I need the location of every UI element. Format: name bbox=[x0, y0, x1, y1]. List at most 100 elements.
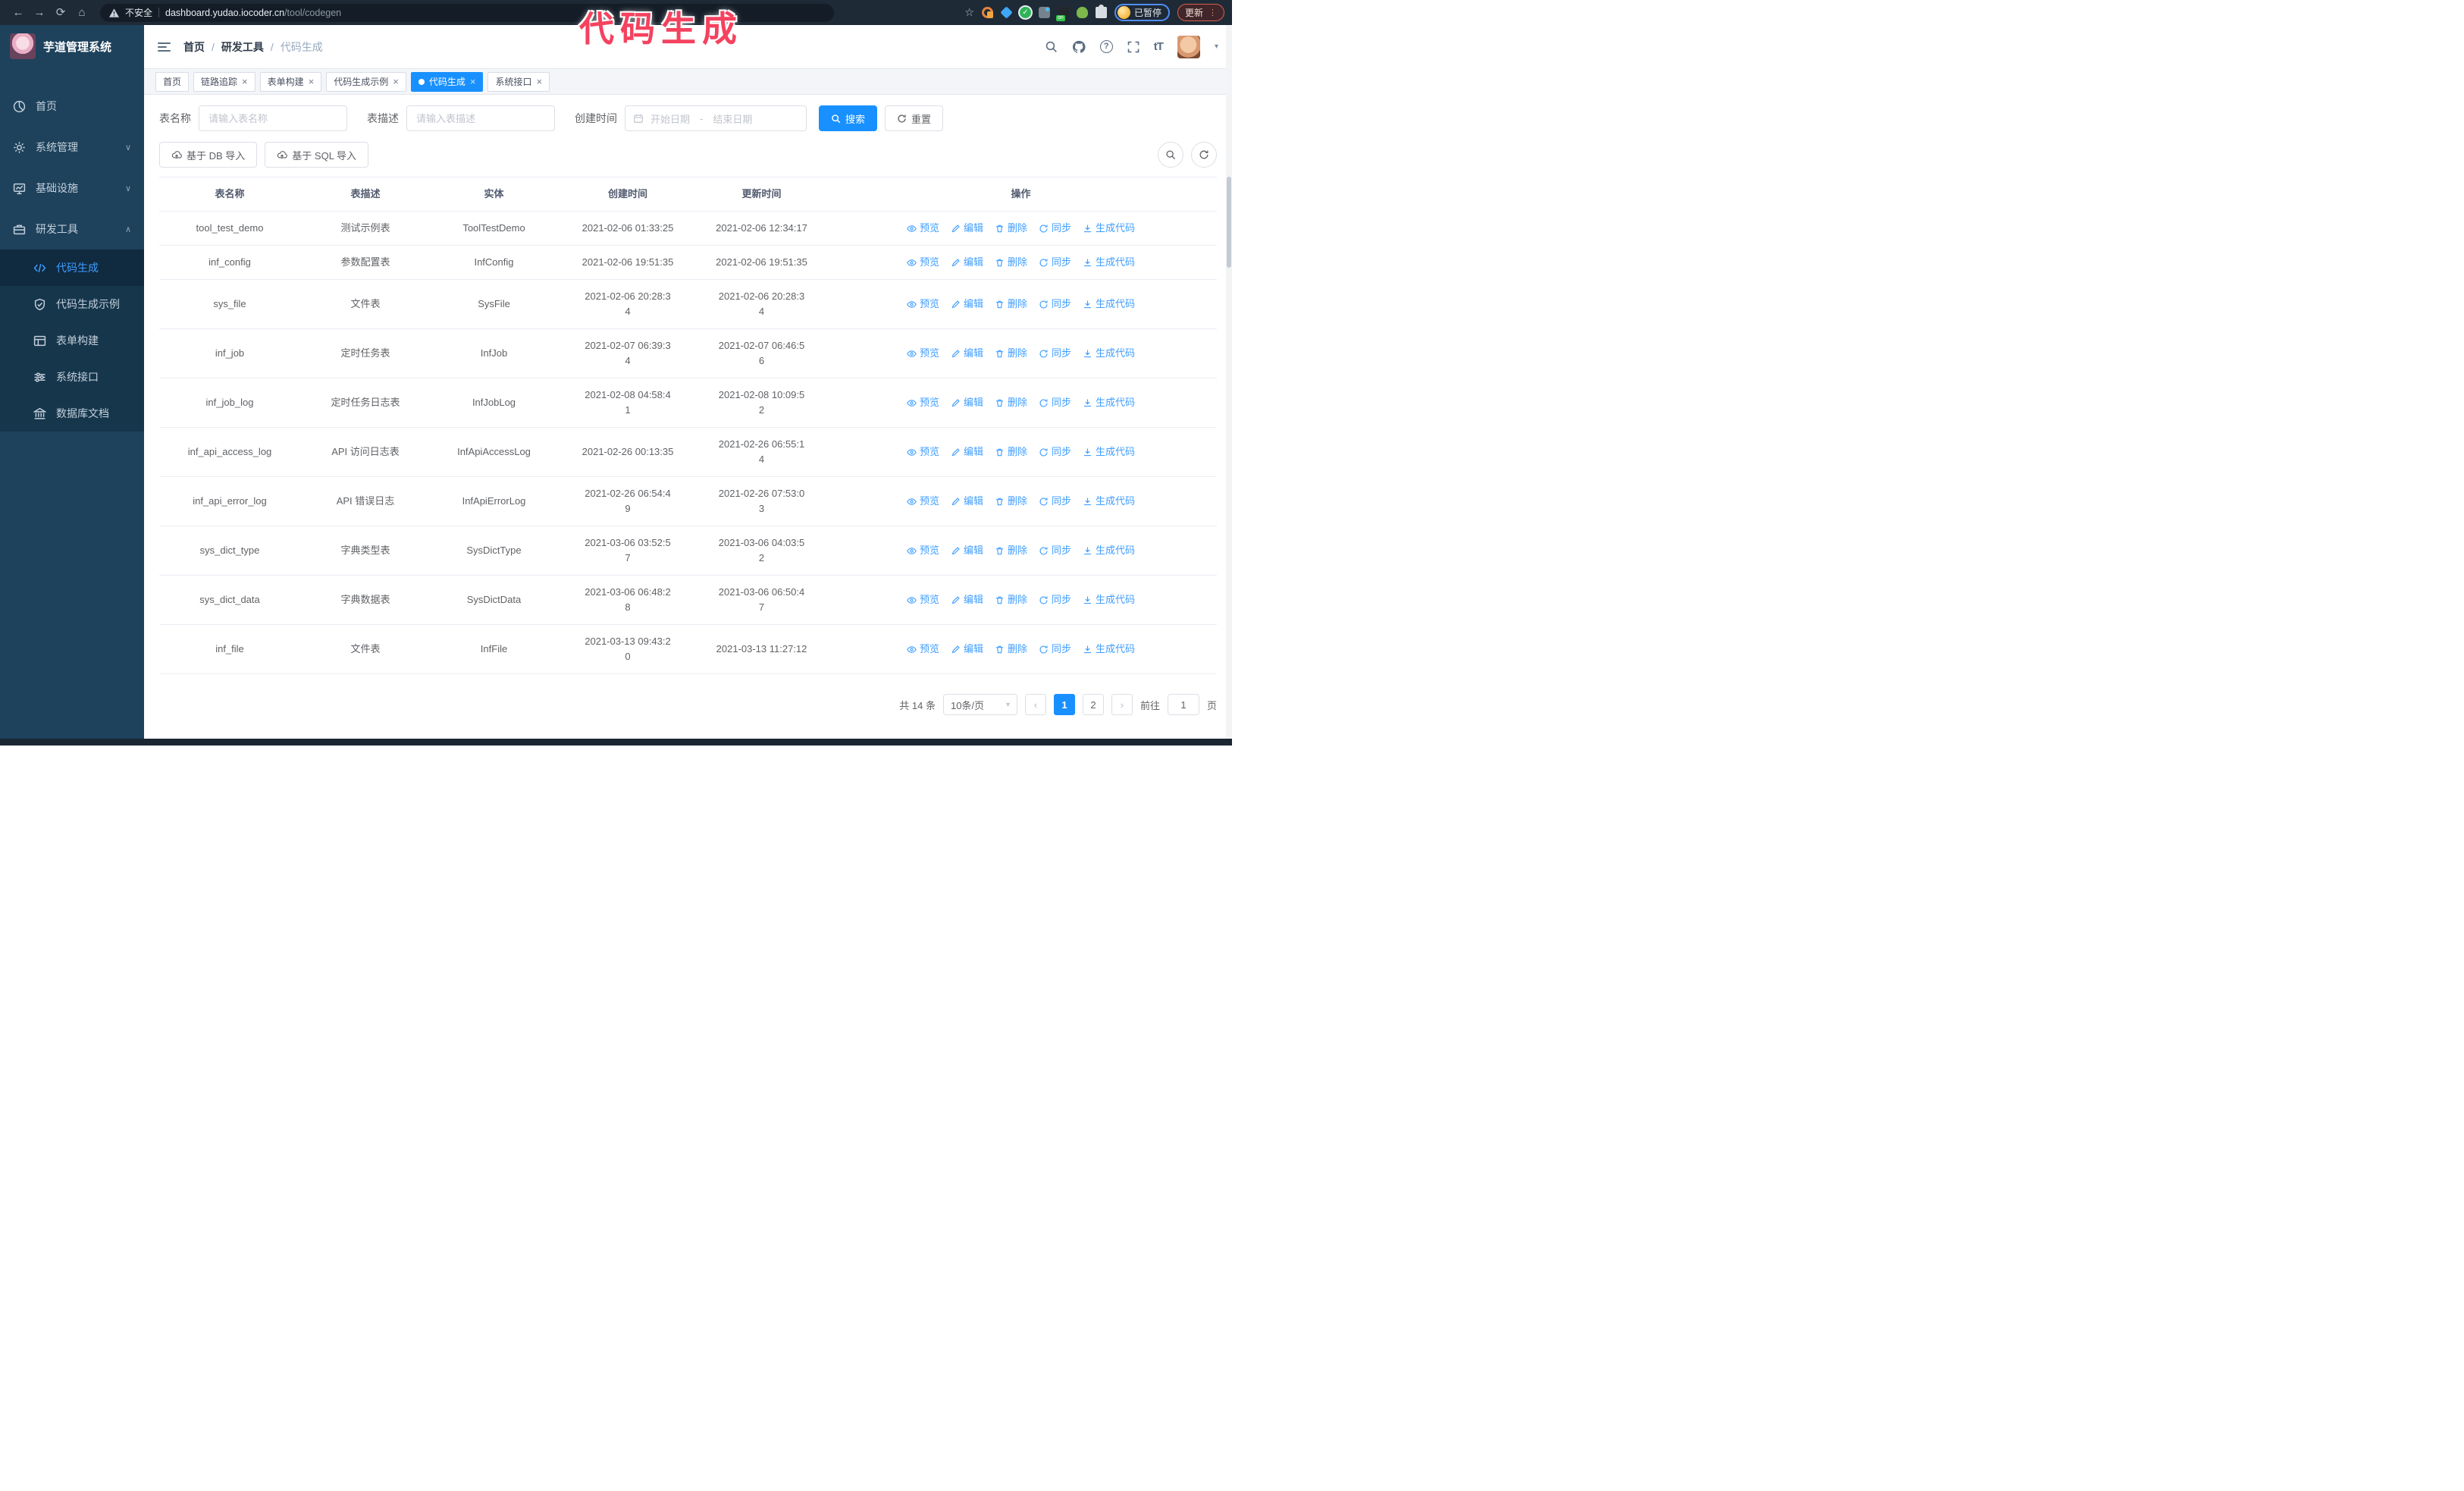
next-page-button[interactable]: › bbox=[1111, 694, 1133, 715]
scrollbar-thumb[interactable] bbox=[1227, 177, 1231, 268]
generate-code-link[interactable]: 生成代码 bbox=[1083, 642, 1135, 657]
sidebar-item-codegen-example[interactable]: 代码生成示例 bbox=[0, 286, 144, 322]
sidebar-item-infra[interactable]: 基础设施 ∨ bbox=[0, 168, 144, 209]
page-scrollbar[interactable] bbox=[1226, 25, 1232, 739]
tab-close-icon[interactable]: × bbox=[536, 77, 542, 86]
page-size-select[interactable]: 10条/页 ▾ bbox=[942, 694, 1017, 715]
kebab-menu-icon[interactable]: ⋮ bbox=[1208, 8, 1217, 17]
import-sql-button[interactable]: 基于 SQL 导入 bbox=[265, 142, 369, 168]
sidebar-item-home[interactable]: 首页 bbox=[0, 86, 144, 127]
delete-link[interactable]: 删除 bbox=[995, 444, 1027, 460]
delete-link[interactable]: 删除 bbox=[995, 395, 1027, 410]
preview-link[interactable]: 预览 bbox=[907, 592, 939, 607]
extension-icon-gem[interactable] bbox=[1000, 6, 1013, 19]
preview-link[interactable]: 预览 bbox=[907, 444, 939, 460]
reload-icon[interactable]: ⟳ bbox=[50, 0, 71, 25]
sync-link[interactable]: 同步 bbox=[1039, 221, 1071, 236]
preview-link[interactable]: 预览 bbox=[907, 255, 939, 270]
tab-close-icon[interactable]: × bbox=[309, 77, 315, 86]
generate-code-link[interactable]: 生成代码 bbox=[1083, 346, 1135, 361]
tab[interactable]: 系统接口 × bbox=[487, 71, 550, 92]
tab[interactable]: 代码生成示例 × bbox=[326, 71, 406, 92]
sidebar-item-db-doc[interactable]: 数据库文档 bbox=[0, 395, 144, 432]
tab-close-icon[interactable]: × bbox=[393, 77, 399, 86]
edit-link[interactable]: 编辑 bbox=[951, 297, 983, 312]
tab-close-icon[interactable]: × bbox=[242, 77, 248, 86]
sync-link[interactable]: 同步 bbox=[1039, 592, 1071, 607]
sync-link[interactable]: 同步 bbox=[1039, 255, 1071, 270]
font-size-icon[interactable]: tT bbox=[1154, 40, 1164, 53]
sidebar-item-devtools[interactable]: 研发工具 ∧ bbox=[0, 209, 144, 250]
extension-icon-grid[interactable] bbox=[1038, 7, 1050, 18]
sidebar-item-form-builder[interactable]: 表单构建 bbox=[0, 322, 144, 359]
extension-icon-orange[interactable] bbox=[981, 7, 993, 18]
browser-update-button[interactable]: 更新 ⋮ bbox=[1177, 4, 1224, 21]
tab[interactable]: 首页 × bbox=[155, 71, 190, 92]
delete-link[interactable]: 删除 bbox=[995, 642, 1027, 657]
generate-code-link[interactable]: 生成代码 bbox=[1083, 395, 1135, 410]
delete-link[interactable]: 删除 bbox=[995, 346, 1027, 361]
prev-page-button[interactable]: ‹ bbox=[1024, 694, 1046, 715]
tab[interactable]: 链路追踪 × bbox=[193, 71, 255, 92]
edit-link[interactable]: 编辑 bbox=[951, 346, 983, 361]
sync-link[interactable]: 同步 bbox=[1039, 395, 1071, 410]
back-icon[interactable]: ← bbox=[8, 0, 29, 25]
delete-link[interactable]: 删除 bbox=[995, 592, 1027, 607]
generate-code-link[interactable]: 生成代码 bbox=[1083, 592, 1135, 607]
sidebar-logo[interactable]: 芋道管理系统 bbox=[0, 25, 144, 67]
date-range-picker[interactable]: 开始日期 - 结束日期 bbox=[625, 105, 807, 131]
sync-link[interactable]: 同步 bbox=[1039, 494, 1071, 509]
reset-button[interactable]: 重置 bbox=[885, 105, 944, 131]
table-desc-input[interactable] bbox=[406, 105, 555, 131]
browser-profile-chip[interactable]: 已暂停 bbox=[1114, 4, 1170, 21]
sync-link[interactable]: 同步 bbox=[1039, 642, 1071, 657]
extensions-puzzle-icon[interactable] bbox=[1095, 5, 1107, 18]
delete-link[interactable]: 删除 bbox=[995, 221, 1027, 236]
sidebar-item-system-api[interactable]: 系统接口 bbox=[0, 359, 144, 395]
generate-code-link[interactable]: 生成代码 bbox=[1083, 297, 1135, 312]
edit-link[interactable]: 编辑 bbox=[951, 444, 983, 460]
generate-code-link[interactable]: 生成代码 bbox=[1083, 221, 1135, 236]
bookmark-star-icon[interactable]: ☆ bbox=[964, 6, 974, 19]
generate-code-link[interactable]: 生成代码 bbox=[1083, 255, 1135, 270]
sidebar-item-codegen[interactable]: 代码生成 bbox=[0, 250, 144, 286]
generate-code-link[interactable]: 生成代码 bbox=[1083, 543, 1135, 558]
search-button[interactable]: 搜索 bbox=[819, 105, 878, 131]
generate-code-link[interactable]: 生成代码 bbox=[1083, 444, 1135, 460]
edit-link[interactable]: 编辑 bbox=[951, 221, 983, 236]
sync-link[interactable]: 同步 bbox=[1039, 444, 1071, 460]
edit-link[interactable]: 编辑 bbox=[951, 494, 983, 509]
goto-page-input[interactable] bbox=[1167, 694, 1199, 715]
delete-link[interactable]: 删除 bbox=[995, 297, 1027, 312]
edit-link[interactable]: 编辑 bbox=[951, 642, 983, 657]
extension-icon-switch[interactable] bbox=[1055, 7, 1069, 21]
generate-code-link[interactable]: 生成代码 bbox=[1083, 494, 1135, 509]
sync-link[interactable]: 同步 bbox=[1039, 297, 1071, 312]
preview-link[interactable]: 预览 bbox=[907, 395, 939, 410]
collapse-sidebar-icon[interactable] bbox=[158, 42, 171, 52]
tab[interactable]: 表单构建 × bbox=[259, 71, 322, 92]
preview-link[interactable]: 预览 bbox=[907, 494, 939, 509]
delete-link[interactable]: 删除 bbox=[995, 543, 1027, 558]
user-avatar[interactable] bbox=[1177, 35, 1200, 58]
fullscreen-icon[interactable] bbox=[1127, 41, 1140, 53]
breadcrumb-home[interactable]: 首页 bbox=[183, 39, 205, 55]
github-icon[interactable] bbox=[1072, 40, 1086, 54]
edit-link[interactable]: 编辑 bbox=[951, 255, 983, 270]
preview-link[interactable]: 预览 bbox=[907, 297, 939, 312]
page-button-1[interactable]: 1 bbox=[1053, 694, 1075, 715]
edit-link[interactable]: 编辑 bbox=[951, 543, 983, 558]
tab-close-icon[interactable]: × bbox=[470, 77, 476, 86]
sync-link[interactable]: 同步 bbox=[1039, 543, 1071, 558]
preview-link[interactable]: 预览 bbox=[907, 642, 939, 657]
forward-icon[interactable]: → bbox=[29, 0, 50, 25]
table-name-input[interactable] bbox=[199, 105, 347, 131]
preview-link[interactable]: 预览 bbox=[907, 221, 939, 236]
help-icon[interactable]: ? bbox=[1099, 40, 1113, 53]
extension-icon-check[interactable]: ✓ bbox=[1019, 7, 1031, 18]
address-bar[interactable]: 不安全 dashboard.yudao.iocoder.cn/tool/code… bbox=[100, 3, 834, 22]
page-button-2[interactable]: 2 bbox=[1082, 694, 1104, 715]
search-icon[interactable] bbox=[1045, 40, 1058, 53]
tab[interactable]: 代码生成 × bbox=[410, 71, 484, 92]
delete-link[interactable]: 删除 bbox=[995, 494, 1027, 509]
